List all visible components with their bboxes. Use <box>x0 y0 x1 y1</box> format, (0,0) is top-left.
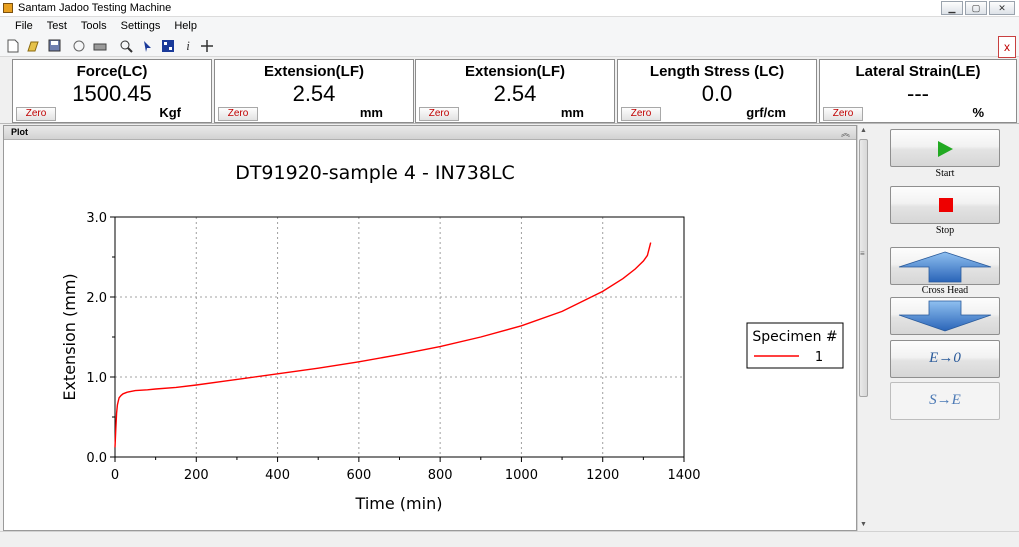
stop-label: Stop <box>935 225 955 236</box>
y-axis-label: Extension (mm) <box>60 273 79 400</box>
grid-icon[interactable] <box>161 39 175 53</box>
menu-settings[interactable]: Settings <box>114 17 168 35</box>
x-tick-label: 600 <box>346 468 371 483</box>
x-tick-label: 800 <box>428 468 453 483</box>
pointer-icon[interactable] <box>141 39 155 53</box>
readout-extension-2: Extension(LF) 2.54 mm Zero <box>415 59 615 123</box>
readout-length-stress: Length Stress (LC) 0.0 grf/cm Zero <box>617 59 817 123</box>
play-icon <box>938 141 953 157</box>
readout-title: Lateral Strain(LE) <box>855 63 981 80</box>
readout-unit: mm <box>359 105 383 120</box>
y-tick-label: 2.0 <box>86 291 107 306</box>
maximize-button[interactable]: ▢ <box>965 1 987 15</box>
menu-file[interactable]: File <box>8 17 40 35</box>
app-icon <box>3 3 13 13</box>
new-icon[interactable] <box>6 39 20 53</box>
plot-panel: Plot ︽ 0 200 400 600 800 1000 1200 1400 0.0 1.0 2.… <box>3 125 857 531</box>
zero-button[interactable]: Zero <box>218 107 258 121</box>
grip-icon: ≡ <box>860 249 865 258</box>
readout-lateral-strain: Lateral Strain(LE) --- % Zero <box>819 59 1017 123</box>
move-icon[interactable] <box>200 39 214 53</box>
window-title: Santam Jadoo Testing Machine <box>18 2 172 14</box>
start-label: Start <box>935 168 955 179</box>
toolbar: i <box>0 35 1019 57</box>
status-bar <box>0 531 1019 547</box>
legend-series-name: 1 <box>815 350 823 365</box>
crosshead-down-button[interactable] <box>890 297 1000 335</box>
crosshead-up-button[interactable] <box>890 247 1000 285</box>
plot-header-label: Plot <box>11 127 28 137</box>
readout-bar: Force(LC) 1500.45 Kgf Zero Extension(LF)… <box>0 58 1019 124</box>
title-bar: Santam Jadoo Testing Machine ▁ ▢ ✕ <box>0 0 1019 17</box>
stop-button[interactable] <box>890 186 1000 224</box>
plot-header: Plot ︽ <box>4 126 856 140</box>
readout-value: 1500.45 <box>72 81 152 106</box>
x-tick-label: 200 <box>184 468 209 483</box>
zoom-icon[interactable] <box>119 39 133 53</box>
readout-title: Extension(LF) <box>465 63 565 80</box>
crosshead-label: Cross Head <box>921 285 969 296</box>
menu-test[interactable]: Test <box>40 17 74 35</box>
readout-value: 0.0 <box>701 81 733 106</box>
x-axis-label: Time (min) <box>355 494 443 513</box>
plot-area-frame <box>114 216 685 458</box>
control-panel: Start Stop Cross Head E→0 S→E <box>871 125 1019 531</box>
start-button[interactable] <box>890 129 1000 167</box>
minimize-button[interactable]: ▁ <box>941 1 963 15</box>
arrow-up-icon <box>898 251 992 283</box>
menu-tools[interactable]: Tools <box>74 17 114 35</box>
menu-help[interactable]: Help <box>167 17 204 35</box>
extension-zero-label: E→0 <box>929 350 961 366</box>
x-tick-label: 1000 <box>505 468 538 483</box>
zero-button[interactable]: Zero <box>16 107 56 121</box>
y-tick-label: 1.0 <box>86 371 107 386</box>
y-tick-label: 0.0 <box>86 451 107 466</box>
readout-force: Force(LC) 1500.45 Kgf Zero <box>12 59 212 123</box>
series-line <box>114 242 652 448</box>
readout-unit: Kgf <box>159 105 181 120</box>
scroll-up-icon[interactable]: ▲ <box>858 125 869 137</box>
legend-title: Specimen # <box>752 329 837 345</box>
stress-to-extension-label: S→E <box>929 392 961 408</box>
readout-unit: % <box>972 105 984 120</box>
scroll-thumb[interactable] <box>859 139 868 397</box>
chart-legend: Specimen # 1 <box>746 322 844 369</box>
zero-button[interactable]: Zero <box>419 107 459 121</box>
readout-extension-1: Extension(LF) 2.54 mm Zero <box>214 59 414 123</box>
readout-title: Extension(LF) <box>264 63 364 80</box>
print-icon[interactable] <box>93 39 107 53</box>
readout-title: Length Stress (LC) <box>649 63 785 80</box>
info-icon[interactable]: i <box>181 39 195 53</box>
collapse-icon[interactable]: ︽ <box>841 126 850 139</box>
close-window-button[interactable]: ✕ <box>989 1 1015 15</box>
arrow-down-icon <box>898 300 992 332</box>
x-tick-label: 0 <box>111 468 119 483</box>
scroll-down-icon[interactable]: ▼ <box>858 519 869 531</box>
menu-bar: File Test Tools Settings Help <box>0 17 1019 35</box>
chart-title: DT91920-sample 4 - IN738LC <box>235 162 515 184</box>
save-icon[interactable] <box>47 39 61 53</box>
readout-value: 2.54 <box>292 81 336 106</box>
readout-value: 2.54 <box>493 81 537 106</box>
x-tick-label: 1400 <box>667 468 700 483</box>
open-icon[interactable] <box>26 39 40 53</box>
readout-title: Force(LC) <box>76 63 148 80</box>
readout-unit: mm <box>560 105 584 120</box>
extension-chart: 0 200 400 600 800 1000 1200 1400 0.0 1.0 2.0 3.0 DT… <box>60 162 844 513</box>
window-controls: ▁ ▢ ✕ <box>941 1 1015 15</box>
y-tick-label: 3.0 <box>86 211 107 226</box>
zero-button[interactable]: Zero <box>823 107 863 121</box>
x-tick-label: 400 <box>265 468 290 483</box>
readout-value: --- <box>907 81 929 106</box>
extension-zero-button[interactable]: E→0 <box>890 340 1000 378</box>
zero-button[interactable]: Zero <box>621 107 661 121</box>
x-tick-label: 1200 <box>586 468 619 483</box>
plot-scrollbar[interactable]: ▲ ≡ ▼ <box>857 125 869 531</box>
preview-icon[interactable] <box>72 39 86 53</box>
stress-to-extension-button[interactable]: S→E <box>890 382 1000 420</box>
readout-unit: grf/cm <box>746 105 786 120</box>
close-panel-button[interactable]: x <box>998 36 1016 58</box>
stop-icon <box>939 198 953 212</box>
